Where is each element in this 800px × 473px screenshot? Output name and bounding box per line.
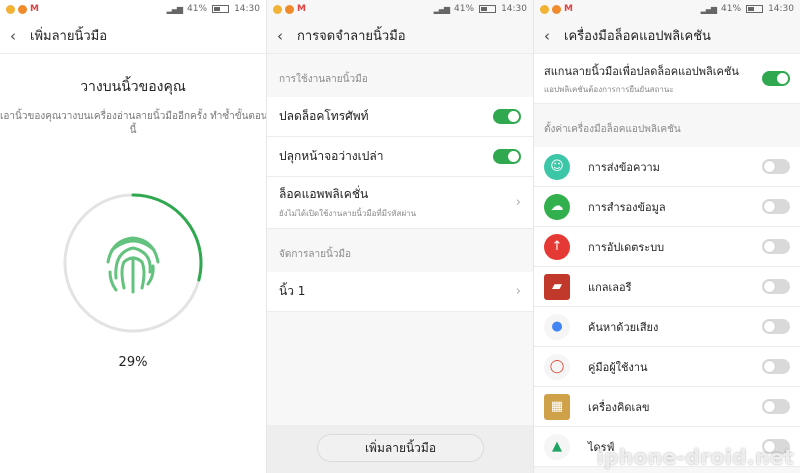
app-name: แกลเลอรี [588, 280, 632, 294]
clock: 14:30 [234, 4, 260, 14]
add-fingerprint-screen: M ▂▄▆ 41% 14:30 ‹ เพิ่มลายนิ้วมือ วางบนนิ้… [0, 0, 266, 473]
app-lock-tool-screen: M ▂▄▆ 41% 14:30 ‹ เครื่องมือล็อคแอปพลิเคชั… [533, 0, 800, 473]
clock: 14:30 [768, 4, 794, 14]
app-lock-toggle[interactable] [762, 199, 790, 214]
page-title: เพิ่มลายนิ้วมือ [30, 29, 108, 44]
notification-icon [540, 4, 549, 14]
status-bar: M ▂▄▆ 41% 14:30 [534, 0, 800, 18]
calculator-icon: ▦ [544, 393, 570, 420]
add-fingerprint-button[interactable]: เพิ่มลายนิ้วมือ [317, 434, 484, 462]
title-bar: ‹ การจดจำลายนิ้วมือ [267, 18, 533, 54]
messaging-icon: ☺ [544, 153, 570, 180]
title-bar: ‹ เครื่องมือล็อคแอปพลิเคชัน [534, 18, 800, 54]
wake-screen-label: ปลุกหน้าจอว่างเปล่า [279, 149, 384, 163]
back-icon[interactable]: ‹ [544, 27, 560, 45]
app-lock-toggle[interactable] [762, 359, 790, 374]
battery-icon [479, 5, 497, 13]
title-bar: ‹ เพิ่มลายนิ้วมือ [0, 18, 266, 54]
unlock-phone-row[interactable]: ปลดล็อคโทรศัพท์ [267, 97, 533, 137]
user-manual-icon: ◯ [544, 353, 570, 380]
app-lock-sublabel: ยังไม่ได้เปิดใช้งานลายนิ้วมือที่มีรหัสผ่… [279, 209, 417, 218]
app-lock-row[interactable]: ล็อคแอพพลิเคชั่น ยังไม่ได้เปิดใช้งานลายน… [267, 177, 533, 229]
wake-screen-row[interactable]: ปลุกหน้าจอว่างเปล่า [267, 137, 533, 177]
battery-icon [746, 5, 764, 13]
heading: วางบนนิ้วของคุณ [80, 79, 186, 95]
section-header-app-lock-settings: ตั้งค่าเครื่องมือล็อคแอปพลิเคชัน [544, 123, 681, 135]
system-update-icon: ↑ [544, 233, 570, 260]
wake-screen-toggle[interactable] [493, 149, 521, 164]
notification-icon [6, 4, 15, 14]
unlock-phone-toggle[interactable] [493, 109, 521, 124]
chevron-right-icon[interactable]: › [516, 195, 521, 210]
page-title: การจดจำลายนิ้วมือ [297, 29, 406, 44]
signal-icon: ▂▄▆ [433, 4, 451, 14]
progress-percent: 29% [118, 355, 148, 370]
app-list: ☺ การส่งข้อความ ☁ การสำรองข้อมูล ↑ การอัปเดตร… [534, 147, 800, 467]
scan-fingerprint-row[interactable]: สแกนลายนิ้วมือเพื่อปลดล็อคแอปพลิเคชัน แอ… [534, 54, 800, 104]
app-lock-toggle[interactable] [762, 399, 790, 414]
drive-icon: ▲ [544, 433, 570, 460]
app-row[interactable]: ● ค้นหาด้วยเสียง [534, 307, 800, 347]
watermark: iphone-droid.net [596, 445, 794, 469]
instruction-text-cont: นี้ [129, 125, 137, 136]
signal-icon: ▂▄▆ [166, 4, 184, 14]
gallery-icon: ▰ [544, 273, 570, 300]
battery-icon [212, 5, 230, 13]
app-name: ค้นหาด้วยเสียง [588, 320, 659, 334]
gmail-icon: M [297, 4, 306, 14]
notification-icon [285, 4, 294, 14]
app-name: การส่งข้อความ [588, 160, 660, 174]
finger-1-row[interactable]: นิ้ว 1 › [267, 272, 533, 312]
app-name: เครื่องคิดเลข [588, 400, 650, 414]
back-icon[interactable]: ‹ [277, 27, 293, 45]
app-row[interactable]: ◯ คู่มือผู้ใช้งาน [534, 347, 800, 387]
scan-fingerprint-label: สแกนลายนิ้วมือเพื่อปลดล็อคแอปพลิเคชัน [544, 64, 739, 78]
app-lock-toggle[interactable] [762, 239, 790, 254]
finger-1-label: นิ้ว 1 [279, 284, 306, 298]
gmail-icon: M [30, 4, 39, 14]
app-name: การอัปเดตระบบ [588, 240, 665, 254]
app-lock-toggle[interactable] [762, 279, 790, 294]
backup-icon: ☁ [544, 193, 570, 220]
app-row[interactable]: ☺ การส่งข้อความ [534, 147, 800, 187]
back-icon[interactable]: ‹ [10, 27, 26, 45]
instruction-text: เอานิ้วของคุณวางบนเครื่องอ่านลายนิ้วมืออ… [0, 111, 266, 122]
signal-icon: ▂▄▆ [700, 4, 718, 14]
unlock-phone-label: ปลดล็อคโทรศัพท์ [279, 109, 369, 123]
status-bar: M ▂▄▆ 41% 14:30 [267, 0, 533, 18]
fingerprint-progress-ring [62, 192, 204, 334]
battery-percent: 41% [454, 4, 475, 14]
fingerprint-recognition-screen: M ▂▄▆ 41% 14:30 ‹ การจดจำลายนิ้วมือ การใช้… [266, 0, 533, 473]
section-header-usage: การใช้งานลายนิ้วมือ [279, 73, 368, 85]
app-name: คู่มือผู้ใช้งาน [588, 360, 648, 374]
app-row[interactable]: ▰ แกลเลอรี [534, 267, 800, 307]
page-title: เครื่องมือล็อคแอปพลิเคชัน [564, 29, 711, 44]
app-row[interactable]: ☁ การสำรองข้อมูล [534, 187, 800, 227]
scan-fingerprint-sublabel: แอปพลิเคชันต้องการการยืนยันสถานะ [544, 84, 674, 94]
battery-percent: 41% [187, 4, 208, 14]
app-lock-toggle[interactable] [762, 159, 790, 174]
app-name: การสำรองข้อมูล [588, 200, 666, 214]
status-bar: M ▂▄▆ 41% 14:30 [0, 0, 266, 18]
gmail-icon: M [564, 4, 573, 14]
notification-icon [552, 4, 561, 14]
app-row[interactable]: ▦ เครื่องคิดเลข [534, 387, 800, 427]
scan-fingerprint-toggle[interactable] [762, 71, 790, 86]
app-row[interactable]: ↑ การอัปเดตระบบ [534, 227, 800, 267]
clock: 14:30 [501, 4, 527, 14]
fingerprint-icon [106, 236, 160, 294]
app-lock-toggle[interactable] [762, 319, 790, 334]
notification-icon [18, 4, 27, 14]
app-lock-label: ล็อคแอพพลิเคชั่น [279, 187, 369, 201]
notification-icon [273, 4, 282, 14]
section-header-manage: จัดการลายนิ้วมือ [279, 248, 352, 260]
battery-percent: 41% [721, 4, 742, 14]
chevron-right-icon[interactable]: › [516, 284, 521, 299]
voice-search-icon: ● [544, 313, 570, 340]
